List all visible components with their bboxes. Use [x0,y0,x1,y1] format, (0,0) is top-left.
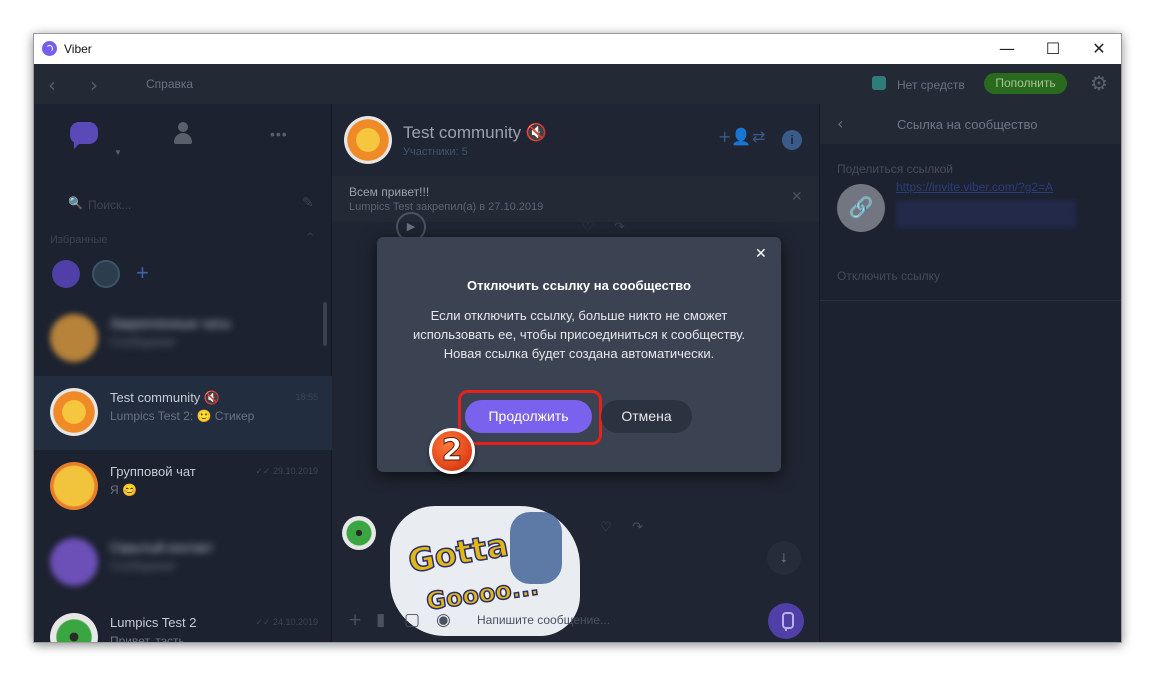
chat-preview: Сообщение [110,335,176,349]
disable-link-button[interactable]: Отключить ссылку [837,269,940,283]
panel-header: ‹ Ссылка на сообщество [820,104,1121,144]
heart-icon[interactable]: ♡ [582,220,594,235]
cancel-button[interactable]: Отмена [601,400,692,433]
sender-avatar[interactable] [342,516,376,550]
audio-icon[interactable]: ▮ [376,610,385,630]
gif-icon[interactable]: ▢ [404,610,420,630]
chat-time: ✓✓ 24.10.2019 [255,617,318,627]
scroll-down-button[interactable]: ↓ [767,541,801,575]
viber-out-icon [872,76,886,90]
avatar [50,314,98,362]
conversation-subtitle: Участники: 5 [403,146,468,158]
microphone-icon[interactable] [768,603,804,639]
panel-title: Ссылка на сообщество [897,117,1038,132]
window-title: Viber [64,42,92,56]
dialog-message: Если отключить ссылку, больше никто не с… [412,308,746,361]
forward-icon[interactable]: ↷ [632,520,643,535]
top-toolbar: ‹ › Справка Нет средств Пополнить ⚙ [34,64,1121,104]
chat-time: ✓✓ 29.10.2019 [255,466,318,476]
share-icon[interactable]: ⇄ [752,127,765,146]
close-icon[interactable]: ✕ [791,189,803,205]
share-link-label: Поделиться ссылкой [837,162,953,176]
chat-name: Lumpics Test 2 [110,615,197,630]
chat-time: 18:55 [295,392,318,402]
pinned-meta: Lumpics Test закрепил(а) в 27.10.2019 [349,201,544,213]
url-blurred [896,200,1076,228]
chat-list-item[interactable]: Скрытый контакт Сообщение [34,526,332,600]
favorites-header: Избранные [50,234,108,246]
link-icon: 🔗 [837,184,885,232]
chat-name: Скрытый контакт [110,540,213,555]
chat-list-item[interactable]: Групповой чат Я 😊 ✓✓ 29.10.2019 [34,450,332,524]
chat-list-item[interactable]: Закрепленные чаты Сообщение [34,302,332,376]
favorite-avatar[interactable] [52,260,80,288]
topup-button[interactable]: Пополнить [984,73,1067,94]
community-link-panel: ‹ Ссылка на сообщество Поделиться ссылко… [819,104,1121,642]
favorite-avatar[interactable] [92,260,120,288]
more-tab-icon[interactable]: ••• [270,126,288,142]
chat-list-item[interactable]: Lumpics Test 2 Привет, тэсть ✓✓ 24.10.20… [34,601,332,643]
community-avatar[interactable] [344,116,392,164]
forward-icon[interactable]: ↷ [614,220,625,235]
collapse-favorites-icon[interactable]: ^ [306,232,314,243]
viber-window: Viber — ☐ ✕ ‹ › Справка Нет средств Попо… [33,33,1122,643]
viber-logo-icon [42,41,57,56]
avatar [50,613,98,642]
window-titlebar: Viber — ☐ ✕ [34,34,1121,64]
chat-name: Test community 🔇 [110,390,221,405]
maximize-button[interactable]: ☐ [1030,34,1076,64]
minimize-button[interactable]: — [984,34,1030,64]
info-icon[interactable]: i [782,130,802,150]
chat-preview: Сообщение [110,559,176,573]
search-box[interactable]: 🔍 Поиск... ✎ [52,190,322,218]
continue-button[interactable]: Продолжить [465,400,592,433]
add-member-icon[interactable]: +👤 [718,127,751,146]
new-chat-icon[interactable]: ✎ [302,195,314,211]
chats-tab-icon[interactable] [70,122,98,149]
pinned-text: Всем привет!!! [349,185,430,199]
avatar [50,388,98,436]
add-favorite-icon[interactable]: + [136,260,149,286]
community-url[interactable]: https://invite.viber.com/?g2=A [896,180,1053,194]
chat-preview: Я 😊 [110,483,137,497]
back-button[interactable]: ‹ [48,73,56,97]
chevron-down-icon: ▼ [114,148,122,157]
step-number-badge: 2 [429,428,475,474]
close-window-button[interactable]: ✕ [1076,34,1121,64]
attach-icon[interactable]: + [348,610,362,630]
avatar [50,462,98,510]
search-input[interactable]: Поиск... [88,198,131,212]
sticker-text: Gotta [405,525,512,581]
close-icon[interactable]: ✕ [755,246,767,262]
chat-list-item[interactable]: Test community 🔇 Lumpics Test 2: 🙂 Стике… [34,376,332,450]
chat-name: Групповой чат [110,464,196,479]
gear-icon[interactable]: ⚙ [1090,71,1108,96]
search-icon: 🔍 [68,196,83,210]
chat-list-panel: ▼ ••• 🔍 Поиск... ✎ Избранные ^ + Закрепл… [34,104,332,643]
message-input[interactable]: Напишите сообщение... [477,613,610,627]
chat-preview: Привет, тэсть [110,634,185,643]
sticker-icon[interactable]: ◉ [436,610,451,630]
forward-button[interactable]: › [90,73,98,97]
dialog-title: Отключить ссылку на сообщество [467,278,691,293]
help-link[interactable]: Справка [146,77,193,91]
credit-balance: Нет средств [897,78,965,92]
avatar [50,538,98,586]
chat-list-scrollbar[interactable] [323,302,327,346]
chat-name: Закрепленные чаты [110,316,231,331]
message-input-bar: + ▮ ▢ ◉ Напишите сообщение... [332,598,819,642]
divider [820,300,1121,301]
chat-preview: Lumpics Test 2: 🙂 Стикер [110,409,255,423]
back-arrow-icon[interactable]: ‹ [837,114,843,133]
conversation-title[interactable]: Test community 🔇 [403,123,547,143]
contacts-tab-icon[interactable] [174,122,192,144]
heart-icon[interactable]: ♡ [600,520,612,535]
